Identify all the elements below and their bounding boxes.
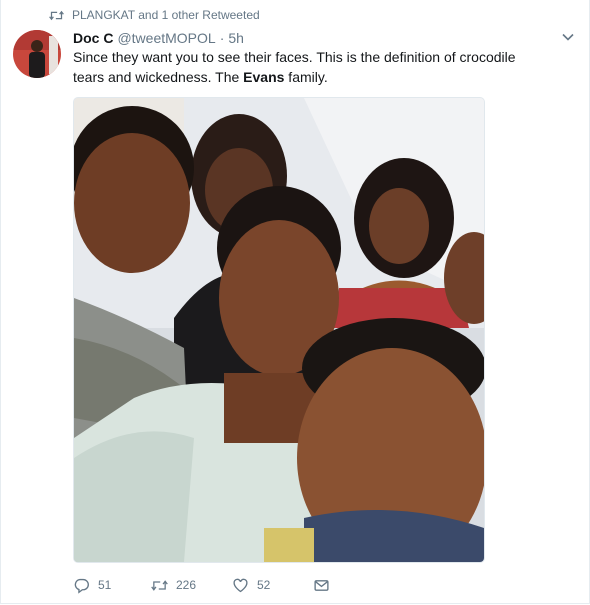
tweet-photo[interactable] — [73, 97, 485, 563]
retweet-context-text[interactable]: PLANGKAT and 1 other Retweeted — [72, 8, 260, 22]
tweet-timestamp[interactable]: 5h — [228, 29, 244, 47]
author-handle[interactable]: @tweetMOPOL — [117, 29, 215, 47]
family-selfie-image — [74, 98, 484, 562]
retweet-icon — [49, 10, 64, 20]
tweet-text-bold: Evans — [243, 69, 285, 85]
reply-button[interactable]: 51 — [73, 577, 151, 594]
tweet-header: Doc C @tweetMOPOL · 5h — [73, 29, 244, 47]
retweet-icon — [151, 579, 168, 591]
envelope-icon — [314, 579, 329, 591]
heart-icon — [233, 578, 248, 592]
avatar[interactable] — [13, 30, 61, 78]
tweet-text: Since they want you to see their faces. … — [73, 47, 543, 87]
reply-icon — [74, 578, 89, 594]
retweet-context: PLANGKAT and 1 other Retweeted — [49, 7, 260, 23]
tweet-card[interactable]: PLANGKAT and 1 other Retweeted Doc C @tw… — [0, 0, 590, 604]
author-name[interactable]: Doc C — [73, 29, 113, 47]
tweet-actions: 51 226 52 — [73, 575, 330, 595]
like-count: 52 — [257, 578, 271, 592]
reply-count: 51 — [98, 578, 112, 592]
tweet-text-part2: family. — [284, 69, 328, 85]
chevron-down-icon[interactable] — [561, 30, 575, 44]
like-button[interactable]: 52 — [232, 577, 313, 594]
direct-message-button[interactable] — [313, 577, 330, 594]
retweet-count: 226 — [176, 578, 197, 592]
retweet-button[interactable]: 226 — [151, 577, 232, 594]
separator-dot: · — [219, 30, 225, 46]
